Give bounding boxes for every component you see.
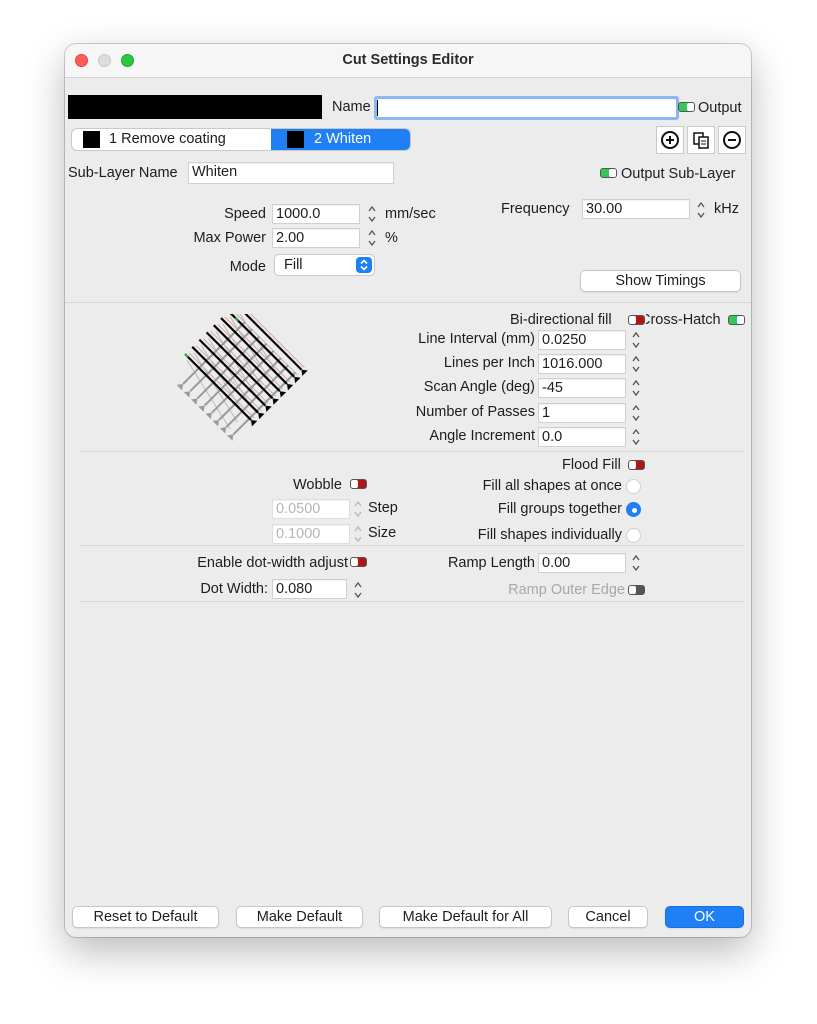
enable-dot-width-label: Enable dot-width adjust (197, 555, 348, 571)
bidirectional-fill-toggle[interactable] (628, 315, 645, 325)
copy-sublayer-button[interactable] (687, 126, 715, 154)
wobble-size-label: Size (368, 525, 397, 541)
make-default-for-all-button[interactable]: Make Default for All (379, 906, 552, 928)
ramp-length-label: Ramp Length (447, 555, 535, 571)
fill-groups-together-label: Fill groups together (497, 501, 622, 517)
number-of-passes-input[interactable]: 1 (538, 403, 626, 423)
make-default-button[interactable]: Make Default (236, 906, 363, 928)
separator-3 (80, 545, 744, 546)
lines-per-inch-input[interactable]: 1016.000 (538, 354, 626, 374)
layer-selector[interactable]: 1 Remove coating 2 Whiten (71, 128, 411, 151)
separator-4 (80, 601, 744, 602)
output-sublayer-toggle[interactable] (600, 168, 617, 178)
remove-icon (723, 131, 741, 149)
angle-increment-input[interactable]: 0.0 (538, 427, 626, 447)
crosshatch-label-clip: Cross-Hatch (646, 312, 726, 330)
wobble-size-stepper[interactable] (353, 523, 363, 545)
speed-stepper[interactable] (367, 203, 377, 225)
max-power-input[interactable]: 2.00 (272, 228, 360, 248)
wobble-step-stepper[interactable] (353, 498, 363, 520)
max-power-stepper[interactable] (367, 227, 377, 249)
window-title: Cut Settings Editor (342, 52, 474, 68)
flood-fill-toggle[interactable] (628, 460, 645, 470)
layer-tab-1[interactable]: 1 Remove coating (72, 129, 271, 150)
reset-to-default-button[interactable]: Reset to Default (72, 906, 219, 928)
cut-settings-window: Cut Settings Editor Name Output 1 Remove… (65, 44, 751, 937)
fill-all-shapes-label: Fill all shapes at once (482, 478, 622, 494)
mode-select[interactable]: Fill (274, 254, 375, 276)
dot-width-input[interactable]: 0.080 (272, 579, 347, 599)
line-interval-label: Line Interval (mm) (418, 331, 535, 347)
add-sublayer-button[interactable] (656, 126, 684, 154)
sublayer-name-input[interactable]: Whiten (188, 162, 394, 184)
output-sublayer-label: Output Sub-Layer (621, 166, 736, 182)
frequency-stepper[interactable] (696, 199, 706, 221)
layer-2-label: 2 Whiten (314, 131, 372, 147)
wobble-step-input[interactable]: 0.0500 (272, 499, 350, 519)
line-interval-stepper[interactable] (631, 329, 641, 351)
title-bar: Cut Settings Editor (65, 44, 751, 78)
bidirectional-fill-label: Bi-directional fill (510, 312, 612, 328)
add-icon (661, 131, 679, 149)
mode-label: Mode (229, 259, 266, 275)
separator-2 (80, 451, 744, 452)
ramp-length-input[interactable]: 0.00 (538, 553, 626, 573)
scan-angle-label: Scan Angle (deg) (423, 379, 535, 395)
dot-width-stepper[interactable] (353, 579, 363, 601)
max-power-unit: % (385, 230, 398, 246)
separator-1 (65, 302, 751, 303)
enable-dot-width-toggle[interactable] (350, 557, 367, 567)
max-power-label: Max Power (193, 230, 266, 246)
flood-fill-label: Flood Fill (562, 457, 621, 473)
number-of-passes-label: Number of Passes (415, 404, 535, 420)
output-toggle[interactable] (678, 102, 695, 112)
angle-increment-label: Angle Increment (429, 428, 535, 444)
fill-groups-together-radio[interactable] (626, 502, 641, 517)
name-input[interactable] (374, 96, 679, 120)
speed-input[interactable]: 1000.0 (272, 204, 360, 224)
name-label: Name (332, 99, 371, 115)
angle-increment-stepper[interactable] (631, 426, 641, 448)
scan-angle-input[interactable]: -45 (538, 378, 626, 398)
layer-1-swatch (83, 131, 100, 148)
fill-all-shapes-radio[interactable] (626, 479, 641, 494)
ramp-outer-edge-label: Ramp Outer Edge (508, 582, 625, 598)
show-timings-button[interactable]: Show Timings (580, 270, 741, 292)
line-interval-input[interactable]: 0.0250 (538, 330, 626, 350)
ramp-length-stepper[interactable] (631, 552, 641, 574)
layer-color-swatch[interactable] (68, 95, 322, 119)
remove-sublayer-button[interactable] (718, 126, 746, 154)
cancel-button[interactable]: Cancel (568, 906, 648, 928)
sublayer-name-label: Sub-Layer Name (68, 165, 178, 181)
frequency-input[interactable]: 30.00 (582, 199, 690, 219)
chevron-updown-icon (356, 257, 372, 273)
layer-tab-2[interactable]: 2 Whiten (271, 129, 410, 150)
fill-shapes-individually-label: Fill shapes individually (477, 527, 622, 543)
crosshatch-label: Cross-Hatch (646, 312, 721, 328)
wobble-size-input[interactable]: 0.1000 (272, 524, 350, 544)
frequency-label: Frequency (501, 201, 570, 217)
dot-width-label: Dot Width: (200, 581, 268, 597)
wobble-toggle[interactable] (350, 479, 367, 489)
ramp-outer-edge-toggle[interactable] (628, 585, 645, 595)
layer-1-label: 1 Remove coating (109, 131, 226, 147)
wobble-label: Wobble (293, 477, 342, 493)
output-label: Output (698, 100, 742, 116)
lines-per-inch-label: Lines per Inch (443, 355, 535, 371)
frequency-unit: kHz (714, 201, 739, 217)
scan-angle-stepper[interactable] (631, 377, 641, 399)
fill-shapes-individually-radio[interactable] (626, 528, 641, 543)
speed-unit: mm/sec (385, 206, 436, 222)
layer-2-swatch (287, 131, 304, 148)
ok-button[interactable]: OK (665, 906, 744, 928)
speed-label: Speed (224, 206, 266, 222)
fill-preview-graphic (176, 314, 308, 441)
lines-per-inch-stepper[interactable] (631, 353, 641, 375)
copy-icon (693, 132, 709, 149)
mode-value: Fill (284, 257, 303, 273)
name-input-cursor (377, 100, 378, 116)
crosshatch-toggle[interactable] (728, 315, 745, 325)
wobble-step-label: Step (368, 500, 398, 516)
number-of-passes-stepper[interactable] (631, 402, 641, 424)
